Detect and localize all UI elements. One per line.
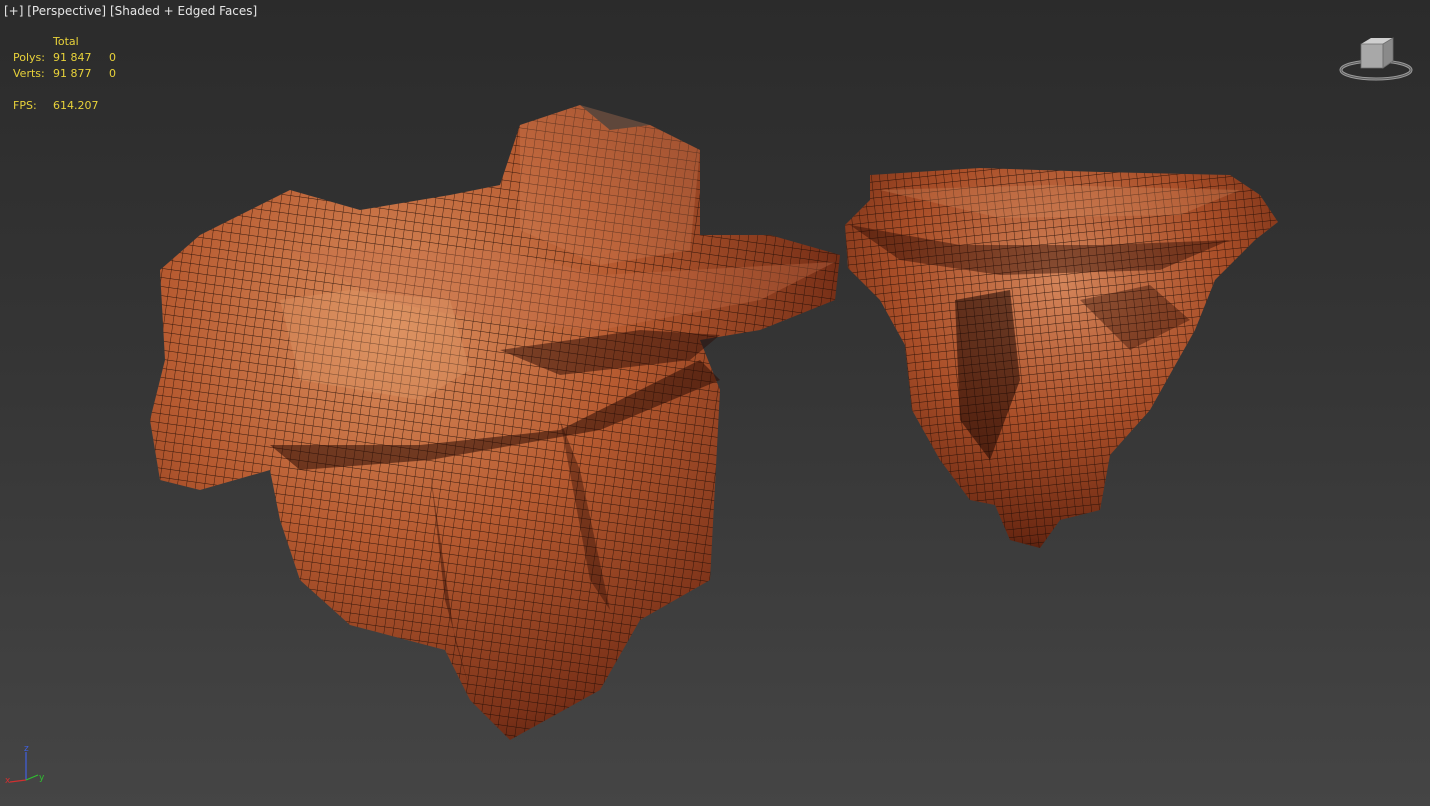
axis-tripod-icon: z x y [5, 744, 45, 786]
stats-header-total: Total [53, 35, 79, 48]
perspective-viewport[interactable]: [+] [Perspective] [Shaded + Edged Faces]… [0, 0, 1430, 806]
viewport-label: [+] [Perspective] [Shaded + Edged Faces] [4, 4, 257, 18]
shading-mode-button[interactable]: [Shaded + Edged Faces] [110, 4, 257, 18]
verts-total: 91 877 [53, 67, 92, 80]
verts-selected: 0 [109, 67, 116, 80]
verts-label: Verts: [13, 67, 45, 80]
axis-x-label: x [5, 776, 11, 786]
view-mode-button[interactable]: [Perspective] [27, 4, 106, 18]
polys-selected: 0 [109, 51, 116, 64]
fps-label: FPS: [13, 99, 37, 112]
rock-meshes[interactable] [0, 0, 1430, 806]
axis-y-label: y [39, 773, 45, 783]
small-rock-mesh[interactable] [845, 168, 1278, 548]
large-rock-mesh[interactable] [150, 105, 840, 740]
polys-label: Polys: [13, 51, 45, 64]
polys-total: 91 847 [53, 51, 92, 64]
axis-z-label: z [24, 744, 29, 754]
viewcube-icon[interactable] [1336, 34, 1416, 88]
fps-value: 614.207 [53, 99, 99, 112]
viewport-menu-button[interactable]: [+] [4, 4, 23, 18]
